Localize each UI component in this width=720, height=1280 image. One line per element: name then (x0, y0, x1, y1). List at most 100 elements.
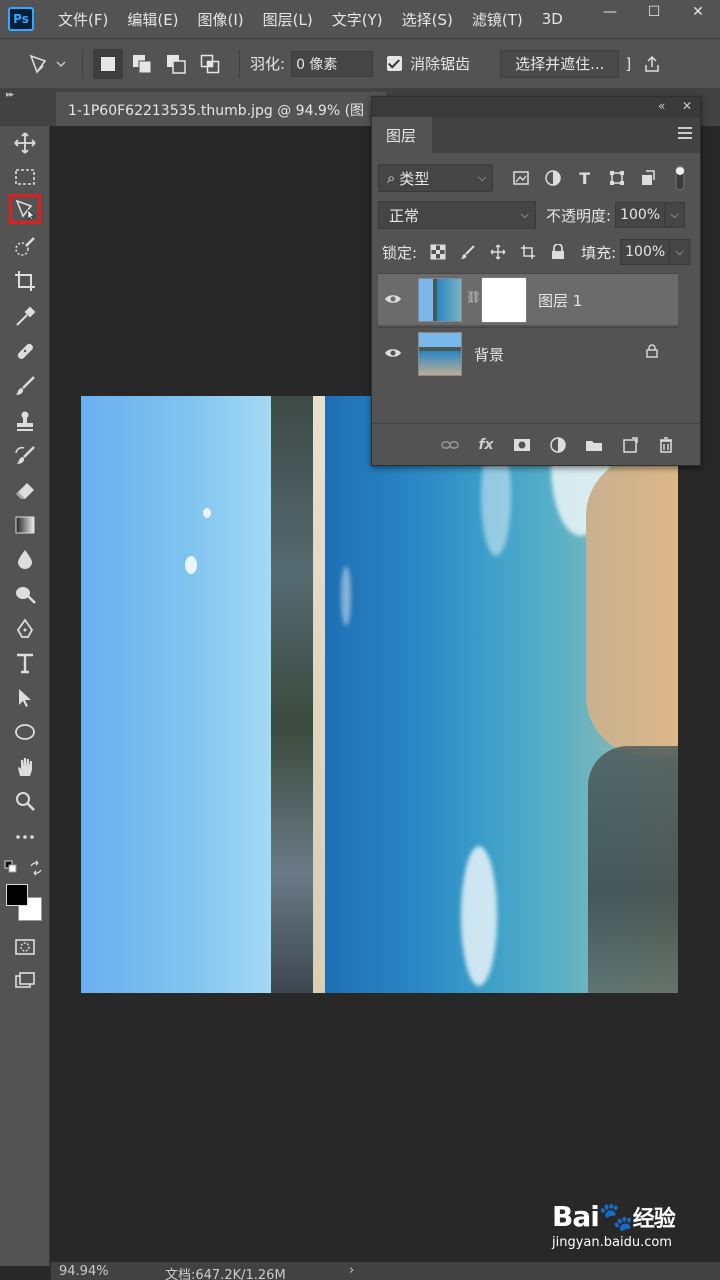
select-and-mask-label: 选择并遮住... (515, 55, 605, 73)
magnetic-lasso-tool[interactable] (9, 194, 41, 224)
chevron-down-icon: ⌵ (520, 208, 529, 221)
lock-position-icon[interactable] (483, 238, 513, 266)
filter-pixel-icon[interactable] (505, 164, 537, 192)
blend-mode-select[interactable]: 正常 ⌵ (378, 201, 536, 229)
layer-filter-row: ⌕ 类型 ⌵ T (378, 163, 696, 193)
fx-icon[interactable]: fx (468, 430, 504, 460)
history-brush-tool[interactable] (9, 441, 41, 471)
eraser-icon (16, 483, 34, 499)
layer-row-background[interactable]: 背景 (378, 327, 678, 379)
mask-link-icon[interactable]: ⛓ (466, 290, 481, 310)
default-colors-icon[interactable] (4, 860, 18, 874)
photo-sand-strip (313, 396, 325, 993)
separator (239, 49, 240, 78)
menu-image[interactable]: 图像(I) (198, 9, 244, 30)
layer-name: 背景 (474, 346, 505, 364)
eyedropper-tool[interactable] (9, 302, 41, 332)
menu-3d[interactable]: 3D (542, 10, 563, 28)
pen-tool[interactable] (9, 614, 41, 644)
minimize-button[interactable]: — (588, 0, 632, 24)
menu-select[interactable]: 选择(S) (402, 9, 453, 30)
lock-artboard-icon[interactable] (513, 238, 543, 266)
foreground-color-swatch[interactable] (6, 884, 28, 906)
fill-input[interactable]: 100% (620, 239, 671, 265)
new-selection-icon (101, 56, 115, 71)
feather-input[interactable]: 0 像素 (291, 50, 374, 77)
blur-tool[interactable] (9, 544, 41, 574)
gradient-tool[interactable] (9, 510, 41, 540)
folder-icon[interactable] (576, 430, 612, 460)
collapse-panels-icon[interactable]: ▸▸ (6, 90, 14, 100)
zoom-level[interactable]: 94.94% (59, 1264, 109, 1279)
eraser-tool[interactable] (9, 476, 41, 506)
menu-layer[interactable]: 图层(L) (263, 9, 313, 30)
filter-kind-select[interactable]: ⌕ 类型 ⌵ (378, 164, 494, 192)
add-mask-icon[interactable] (504, 430, 540, 460)
zoom-tool[interactable] (9, 786, 41, 816)
clone-stamp-tool[interactable] (9, 406, 41, 436)
opacity-input[interactable]: 100% (615, 202, 666, 228)
hand-tool[interactable] (9, 752, 41, 782)
trash-icon[interactable] (648, 430, 684, 460)
photo-cloud (185, 556, 197, 574)
quick-mask-button[interactable] (9, 932, 41, 962)
history-brush-icon (15, 446, 35, 464)
share-icon[interactable] (643, 55, 661, 73)
close-panel-icon[interactable]: ✕ (682, 99, 692, 113)
filter-toggle-switch[interactable] (664, 164, 696, 192)
collapse-panel-icon[interactable]: « (658, 99, 665, 113)
new-selection-button[interactable] (93, 48, 123, 79)
menu-file[interactable]: 文件(F) (58, 9, 108, 30)
marquee-tool[interactable] (9, 162, 41, 192)
menu-edit[interactable]: 编辑(E) (127, 9, 178, 30)
quick-selection-tool[interactable] (9, 232, 41, 262)
filter-shape-icon[interactable] (601, 164, 633, 192)
lock-image-pixels-icon[interactable] (453, 238, 483, 266)
panel-menu-icon[interactable] (678, 127, 692, 139)
filter-smart-object-icon[interactable] (632, 164, 664, 192)
document-tab[interactable]: 1-1P60F62213535.thumb.jpg @ 94.9% (图 (56, 92, 386, 126)
water-drop-icon (18, 550, 32, 569)
photo-town (271, 396, 313, 993)
opacity-dropdown-icon[interactable]: ⌵ (665, 202, 686, 228)
menu-type[interactable]: 文字(Y) (332, 9, 383, 30)
select-and-mask-button[interactable]: 选择并遮住... (500, 49, 620, 78)
type-tool[interactable] (9, 648, 41, 678)
fill-dropdown-icon[interactable]: ⌵ (670, 239, 691, 265)
screen-mode-button[interactable] (9, 966, 41, 996)
filter-type-icon[interactable]: T (569, 164, 601, 192)
brush-tool[interactable] (9, 371, 41, 401)
swap-colors-icon[interactable] (28, 860, 44, 876)
lock-all-icon[interactable] (543, 238, 573, 266)
tab-layers[interactable]: 图层 (372, 117, 432, 153)
dodge-tool[interactable] (9, 579, 41, 609)
ellipse-tool[interactable] (9, 717, 41, 747)
intersect-selection-button[interactable] (195, 49, 225, 79)
subtract-selection-button[interactable] (161, 49, 191, 79)
layer-row-layer1[interactable]: ⛓ 图层 1 (378, 273, 678, 325)
stamp-icon (17, 411, 33, 431)
filter-adjustment-icon[interactable] (537, 164, 569, 192)
adjustment-layer-icon[interactable] (540, 430, 576, 460)
document-info: 文档:647.2K/1.26M (165, 1268, 286, 1280)
status-menu-arrow[interactable]: › (349, 1263, 354, 1278)
close-button[interactable]: ✕ (676, 0, 720, 24)
move-tool[interactable] (9, 128, 41, 158)
link-layers-icon[interactable] (432, 430, 468, 460)
path-selection-tool[interactable] (9, 683, 41, 713)
healing-brush-tool[interactable] (9, 336, 41, 366)
eye-icon[interactable] (384, 290, 402, 308)
more-tools[interactable] (9, 822, 41, 852)
eye-icon[interactable] (384, 344, 402, 362)
tool-preset-picker[interactable] (22, 46, 72, 82)
antialias-checkbox[interactable] (387, 56, 403, 71)
new-layer-icon[interactable] (612, 430, 648, 460)
menu-filter[interactable]: 滤镜(T) (472, 9, 523, 30)
move-icon (14, 132, 36, 154)
crop-tool[interactable] (9, 266, 41, 296)
layer-mask-thumbnail[interactable] (481, 277, 527, 323)
maximize-button[interactable]: ☐ (632, 0, 676, 24)
lock-transparent-pixels-icon[interactable] (423, 238, 453, 266)
beach-photo-canvas[interactable] (81, 396, 678, 993)
add-selection-button[interactable] (127, 49, 157, 79)
